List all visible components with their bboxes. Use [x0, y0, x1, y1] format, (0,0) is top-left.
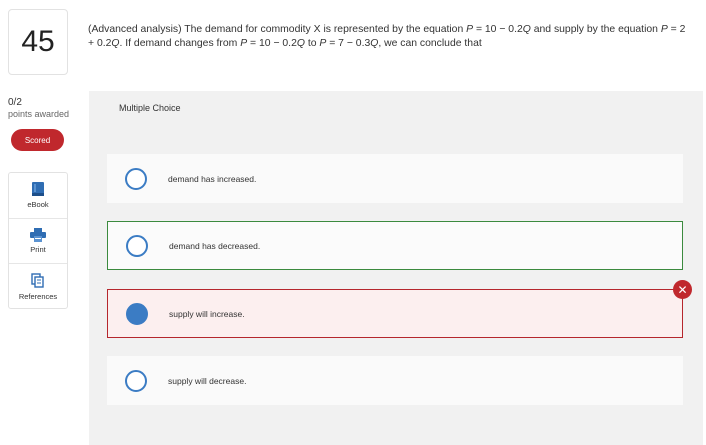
score-caption: points awarded	[8, 109, 70, 119]
ebook-icon	[32, 182, 44, 197]
references-button[interactable]: References	[9, 264, 67, 310]
references-icon	[31, 273, 44, 288]
panel-title: Multiple Choice	[119, 103, 181, 113]
status-badge: Scored	[11, 129, 64, 151]
option-label: demand has increased.	[168, 173, 257, 184]
multiple-choice-panel: Multiple Choice demand has increased. de…	[89, 91, 703, 445]
option-label: supply will decrease.	[168, 375, 247, 386]
radio-button[interactable]	[125, 167, 147, 190]
question-text: (Advanced analysis) The demand for commo…	[88, 24, 686, 49]
radio-button[interactable]	[126, 234, 148, 257]
radio-button-selected[interactable]	[126, 302, 148, 325]
print-label: Print	[30, 244, 46, 254]
option-supply-decrease[interactable]: supply will decrease.	[107, 356, 683, 405]
option-demand-increased[interactable]: demand has increased.	[107, 154, 683, 203]
question-number: 45	[8, 9, 68, 75]
references-label: References	[18, 291, 58, 301]
print-button[interactable]: Print	[9, 219, 67, 265]
tools-panel: eBook Print References	[8, 172, 68, 309]
incorrect-icon: ✕	[673, 280, 692, 299]
option-supply-increase[interactable]: supply will increase. ✕	[107, 280, 692, 338]
score-display: 0/2 points awarded	[8, 97, 69, 119]
option-label: supply will increase.	[169, 308, 245, 319]
score-value: 0/2	[8, 97, 22, 108]
ebook-button[interactable]: eBook	[9, 173, 67, 219]
radio-button[interactable]	[125, 369, 147, 392]
ebook-label: eBook	[27, 200, 49, 210]
option-demand-decreased[interactable]: demand has decreased.	[107, 221, 683, 270]
option-label: demand has decreased.	[169, 240, 261, 251]
print-icon	[30, 227, 46, 242]
